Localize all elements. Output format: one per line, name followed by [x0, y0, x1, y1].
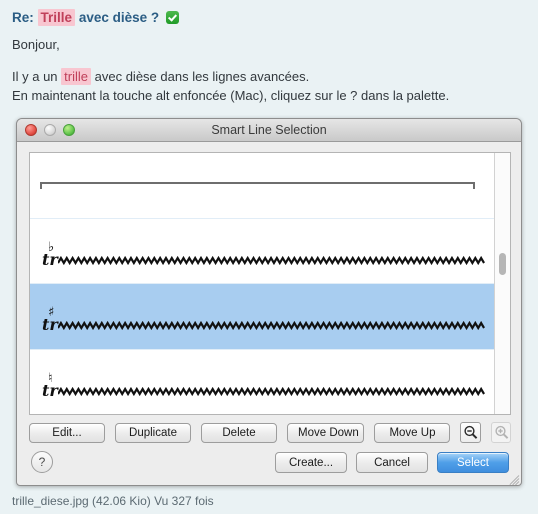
post-spacer [12, 54, 526, 67]
zoom-out-button[interactable] [460, 422, 481, 443]
create-button[interactable]: Create... [275, 452, 347, 473]
zoom-out-icon [464, 425, 478, 439]
list-scrollbar[interactable] [494, 153, 510, 414]
post-body-line-1: Il y a un trille avec dièse dans les lig… [12, 67, 526, 86]
post-body-highlight: trille [61, 68, 91, 85]
dialog-title: Smart Line Selection [211, 123, 327, 137]
trill-wave-icon [58, 321, 486, 330]
list-item[interactable]: ♯ tr [30, 284, 494, 350]
trill-glyph: tr [42, 380, 58, 400]
bracket-left-tick [40, 182, 42, 189]
trill-line-graphic: ♭ tr [42, 229, 490, 274]
bracket-right-tick [473, 182, 475, 189]
line-style-list-rows: ♭ tr ♯ tr ♮ tr [30, 153, 494, 414]
line-style-list[interactable]: ♭ tr ♯ tr ♮ tr [29, 152, 511, 415]
smart-line-selection-dialog: Smart Line Selection ♭ tr ♯ tr ♮ tr Edit… [16, 118, 522, 486]
post-body-line-1-before: Il y a un [12, 69, 58, 84]
post-title-suffix: avec dièse ? [78, 10, 160, 25]
scrollbar-thumb[interactable] [499, 253, 506, 275]
resize-grip-icon[interactable] [506, 470, 520, 485]
list-item[interactable]: ♭ tr [30, 219, 494, 284]
post-body-line-2: En maintenant la touche alt enfoncée (Ma… [12, 88, 450, 103]
post-greeting: Bonjour, [12, 37, 60, 52]
trill-line-graphic: ♮ tr [42, 360, 490, 405]
edit-button[interactable]: Edit... [29, 422, 105, 443]
trill-wave-icon [58, 255, 486, 265]
list-item[interactable] [30, 153, 494, 219]
move-up-button[interactable]: Move Up [374, 422, 451, 443]
check-badge-icon [165, 11, 179, 24]
post-title: Re: Trille avec dièse ? [12, 9, 526, 27]
post-body-line-1-after: avec dièse dans les lignes avancées. [94, 69, 310, 84]
help-button[interactable]: ? [31, 451, 53, 473]
dialog-titlebar[interactable]: Smart Line Selection [17, 119, 521, 142]
trill-glyph: tr [42, 315, 58, 334]
trill-line-graphic: ♯ tr [42, 294, 490, 339]
post-title-prefix: Re: [12, 10, 34, 25]
trill-glyph: tr [42, 249, 58, 269]
zoom-in-icon [495, 425, 509, 439]
bracket-line-graphic [40, 182, 475, 192]
delete-button[interactable]: Delete [201, 422, 277, 443]
dialog-action-buttons: Create... Cancel Select [275, 452, 509, 473]
post-title-highlight: Trille [37, 9, 76, 26]
select-button[interactable]: Select [437, 452, 509, 473]
list-action-buttons: Edit... Duplicate Delete Move Down Move … [29, 422, 511, 443]
list-item[interactable]: ♮ tr [30, 350, 494, 415]
bracket-horizontal-bar [40, 182, 475, 184]
duplicate-button[interactable]: Duplicate [115, 422, 191, 443]
move-down-button[interactable]: Move Down [287, 422, 365, 443]
trill-wave-icon [58, 386, 486, 396]
cancel-button[interactable]: Cancel [356, 452, 428, 473]
post-message: Re: Trille avec dièse ? Bonjour, Il y a … [0, 0, 538, 105]
zoom-in-button[interactable] [490, 422, 511, 443]
attachment-caption: trille_diese.jpg (42.06 Kio) Vu 327 fois [12, 494, 214, 508]
